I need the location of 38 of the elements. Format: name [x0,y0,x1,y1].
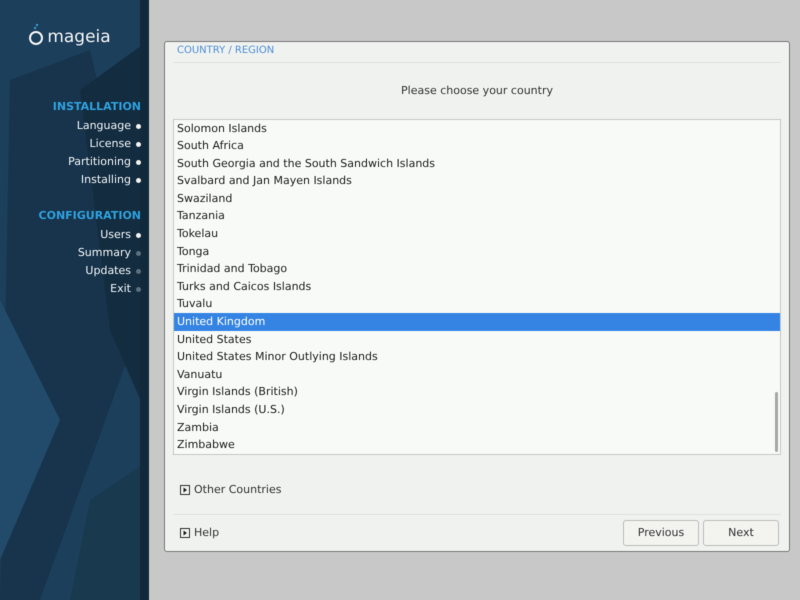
country-item[interactable]: Tuvalu [174,295,780,314]
country-item[interactable]: Swaziland [174,190,780,208]
cauldron-icon [28,22,44,46]
country-item[interactable]: Solomon Islands [174,120,780,138]
country-item[interactable]: Zambia [174,418,780,436]
step-label: Installing [80,172,131,188]
section-heading: CONFIGURATION [38,208,141,224]
expander[interactable]: Other Countries [180,482,282,498]
country-item[interactable]: Svalbard and Jan Mayen Islands [174,172,780,190]
country-item[interactable]: United States [174,330,780,348]
country-item[interactable]: Trinidad and Tobago [174,260,780,278]
step-label: Users [100,226,131,243]
nav-button[interactable]: Previous [623,520,699,546]
country-item[interactable]: South Georgia and the South Sandwich Islands [174,154,780,172]
logo-text: mageia [47,28,111,46]
country-item[interactable]: United Kingdom [174,313,780,331]
country-item[interactable]: Tokelau [174,225,780,243]
country-item[interactable]: Virgin Islands (British) [174,383,780,401]
step-label: Summary [78,244,131,261]
section-heading: INSTALLATION [52,99,141,115]
country-item[interactable]: Virgin Islands (U.S.) [174,401,780,419]
scrollbar[interactable] [775,392,778,452]
step-label: Language [76,118,131,134]
step-label: Updates [85,262,131,279]
country-item[interactable]: Zimbabwe [174,436,780,454]
country-item[interactable]: Tonga [174,242,780,260]
step-label: Exit [110,280,131,297]
country-item[interactable]: South Africa [174,137,780,155]
section-title: COUNTRY / REGION [173,42,781,63]
country-item[interactable]: Turks and Caicos Islands [174,278,780,296]
step-label: Partitioning [68,154,131,170]
country-item[interactable]: United States Minor Outlying Islands [174,348,780,366]
prompt-text: Please choose your country [400,83,554,99]
nav-button[interactable]: Next [703,520,779,546]
country-item[interactable]: Vanuatu [174,366,780,384]
expander[interactable]: Help [180,524,220,542]
country-item[interactable]: Tanzania [174,207,780,226]
step-label: License [90,136,131,152]
